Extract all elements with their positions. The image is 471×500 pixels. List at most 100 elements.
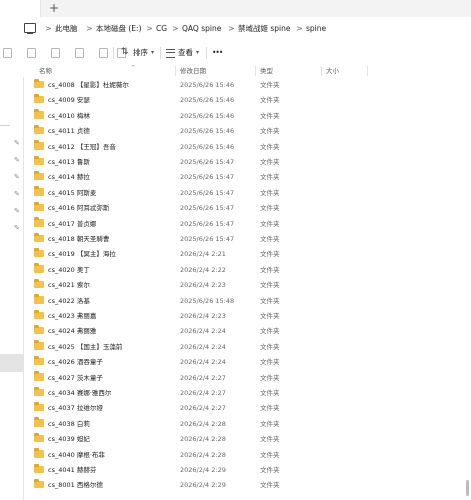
file-modified-date: 2026/2/4 2:27 (180, 389, 226, 397)
file-row[interactable]: cs_4019 【冥主】海拉 2026/2/4 2:21 文件夹 (23, 246, 471, 261)
view-label: 查看 (178, 48, 193, 57)
column-header-date[interactable]: 修改日期 (180, 67, 206, 76)
file-row[interactable]: cs_4017 普贞娜 2025/6/26 15:47 文件夹 (23, 216, 471, 231)
breadcrumb-item[interactable]: 禁域战姬 spine (238, 23, 291, 35)
file-name: cs_4014 赫拉 (48, 173, 90, 182)
folder-icon (34, 448, 44, 458)
new-tab-button[interactable]: + (47, 1, 61, 15)
file-modified-date: 2026/2/4 2:23 (180, 281, 226, 290)
file-row[interactable]: cs_4016 阿耳忒弥斯 2025/6/26 15:47 文件夹 (23, 200, 471, 215)
file-modified-date: 2026/2/4 2:22 (180, 265, 226, 274)
file-row[interactable]: cs_4008 【星影】杜妮薇尔 2025/6/26 15:46 文件夹 (23, 77, 471, 92)
file-modified-date: 2025/6/26 15:46 (180, 111, 235, 120)
scrollbar-thumb[interactable] (466, 480, 469, 496)
file-name: cs_4019 【冥主】海拉 (48, 250, 116, 259)
column-divider[interactable] (255, 66, 256, 76)
sort-ascending-icon: ^ (131, 65, 136, 71)
file-row[interactable]: cs_4025 【国主】玉藻前 2026/2/4 2:24 文件夹 (23, 339, 471, 354)
file-type: 文件夹 (260, 158, 280, 166)
nav-item-selected[interactable] (0, 354, 23, 372)
file-row[interactable]: cs_4027 茨木童子 2026/2/4 2:27 文件夹 (23, 370, 471, 385)
file-type: 文件夹 (260, 235, 280, 243)
column-divider[interactable] (175, 66, 176, 76)
file-row[interactable]: cs_4010 梅林 2025/6/26 15:46 文件夹 (23, 108, 471, 123)
cut-icon[interactable] (3, 48, 12, 58)
file-name: cs_4016 阿耳忒弥斯 (48, 204, 110, 213)
file-row[interactable]: cs_4034 赛娜·雅西尔 2026/2/4 2:27 文件夹 (23, 385, 471, 400)
file-row[interactable]: cs_4020 奥丁 2026/2/4 2:22 文件夹 (23, 262, 471, 277)
file-row[interactable]: cs_4009 安瑟 2025/6/26 15:46 文件夹 (23, 92, 471, 107)
pin-icon[interactable]: ✎ (14, 191, 20, 198)
address-bar[interactable]: > 此电脑 > 本地磁盘 (E:) > CG > QAQ spine > 禁域战… (0, 17, 471, 42)
breadcrumb-item[interactable]: CG (156, 23, 167, 35)
column-divider[interactable] (367, 66, 368, 76)
file-row[interactable]: cs_4022 洛基 2025/6/26 15:48 文件夹 (23, 293, 471, 308)
file-name: cs_4041 赫赫芬 (48, 466, 97, 474)
pin-icon[interactable]: ✎ (14, 225, 20, 232)
file-name: cs_4017 普贞娜 (48, 219, 97, 228)
file-type: 文件夹 (260, 188, 280, 197)
file-row[interactable]: cs_4013 鲁斯 2025/6/26 15:47 文件夹 (23, 154, 471, 169)
file-name: cs_4008 【星影】杜妮薇尔 (48, 81, 129, 89)
file-row[interactable]: cs_4041 赫赫芬 2026/2/4 2:29 文件夹 (23, 462, 471, 477)
file-row[interactable]: cs_4018 朝天圣騎曹 2025/6/26 15:47 文件夹 (23, 231, 471, 246)
file-name: cs_4026 酒吞童子 (48, 358, 103, 367)
file-modified-date: 2025/6/26 15:46 (180, 81, 235, 89)
file-modified-date: 2025/6/26 15:47 (180, 173, 235, 182)
file-type: 文件夹 (260, 358, 280, 367)
file-row[interactable]: cs_4026 酒吞童子 2026/2/4 2:24 文件夹 (23, 354, 471, 369)
rename-icon[interactable] (75, 48, 84, 58)
breadcrumb-item[interactable]: 此电脑 (55, 23, 78, 35)
file-type: 文件夹 (260, 96, 280, 105)
column-divider[interactable] (321, 66, 322, 76)
pin-icon[interactable]: ✎ (14, 174, 20, 181)
view-button[interactable]: 查看 ▾ (166, 46, 204, 60)
active-tab[interactable] (0, 0, 41, 17)
file-row[interactable]: cs_4014 赫拉 2025/6/26 15:47 文件夹 (23, 169, 471, 184)
file-row[interactable]: cs_4024 弗丽雅 2026/2/4 2:24 文件夹 (23, 323, 471, 338)
chevron-right-icon: > (228, 24, 235, 33)
share-icon[interactable] (99, 48, 108, 58)
vertical-scrollbar[interactable] (465, 65, 471, 500)
file-type: 文件夹 (260, 219, 280, 228)
copy-icon[interactable] (27, 48, 36, 58)
file-type: 文件夹 (260, 327, 280, 336)
file-modified-date: 2026/2/4 2:28 (180, 435, 226, 444)
column-header-size[interactable]: 大小 (326, 67, 339, 76)
column-header-row: ^ 名称 修改日期 类型 大小 (23, 65, 471, 77)
chevron-down-icon: ▾ (196, 49, 200, 56)
file-row[interactable]: cs_4040 摩根·布菲 2026/2/4 2:28 文件夹 (23, 447, 471, 462)
file-type: 文件夹 (260, 204, 280, 213)
paste-icon[interactable] (51, 48, 60, 58)
file-type: 文件夹 (260, 250, 280, 259)
file-row[interactable]: cs_4023 弗丽嘉 2026/2/4 2:23 文件夹 (23, 308, 471, 323)
breadcrumb-item[interactable]: 本地磁盘 (E:) (96, 23, 142, 35)
pin-icon[interactable]: ✎ (14, 208, 20, 215)
file-row[interactable]: cs_4012 【王冠】吾音 2025/6/26 15:46 文件夹 (23, 139, 471, 154)
file-type: 文件夹 (260, 81, 280, 89)
chevron-right-icon: > (86, 24, 93, 33)
more-options-button[interactable]: ••• (212, 47, 223, 58)
file-row[interactable]: cs_4015 阿斯麦 2025/6/26 15:47 文件夹 (23, 185, 471, 200)
file-modified-date: 2026/2/4 2:28 (180, 450, 226, 459)
file-row[interactable]: cs_4038 白莉 2026/2/4 2:28 文件夹 (23, 416, 471, 431)
pin-icon[interactable]: ✎ (14, 157, 20, 164)
file-row[interactable]: cs_4039 妲妃 2026/2/4 2:28 文件夹 (23, 431, 471, 446)
folder-icon (34, 94, 44, 104)
file-row[interactable]: cs_8001 西格尔德 2026/2/4 2:29 文件夹 (23, 477, 471, 492)
folder-icon (34, 371, 44, 381)
breadcrumb-item-current[interactable]: spine (306, 23, 326, 35)
column-header-type[interactable]: 类型 (260, 67, 273, 76)
file-row[interactable]: cs_4021 索尔 2026/2/4 2:23 文件夹 (23, 277, 471, 292)
toolbar-divider (113, 47, 114, 59)
file-row[interactable]: cs_4037 拉维尔娅 2026/2/4 2:27 文件夹 (23, 400, 471, 415)
folder-icon (34, 109, 44, 119)
file-type: 文件夹 (260, 312, 280, 320)
file-row[interactable]: cs_4011 贞德 2025/6/26 15:46 文件夹 (23, 123, 471, 138)
pin-icon[interactable]: ✎ (14, 140, 20, 147)
file-modified-date: 2025/6/26 15:47 (180, 219, 235, 228)
sort-button[interactable]: ⇅ 排序 ▾ (121, 46, 157, 60)
breadcrumb-item[interactable]: QAQ spine (182, 23, 221, 35)
navigation-pane: ✎ ✎ ✎ ✎ ✎ ✎ (0, 65, 24, 500)
column-header-name[interactable]: 名称 (39, 67, 52, 76)
